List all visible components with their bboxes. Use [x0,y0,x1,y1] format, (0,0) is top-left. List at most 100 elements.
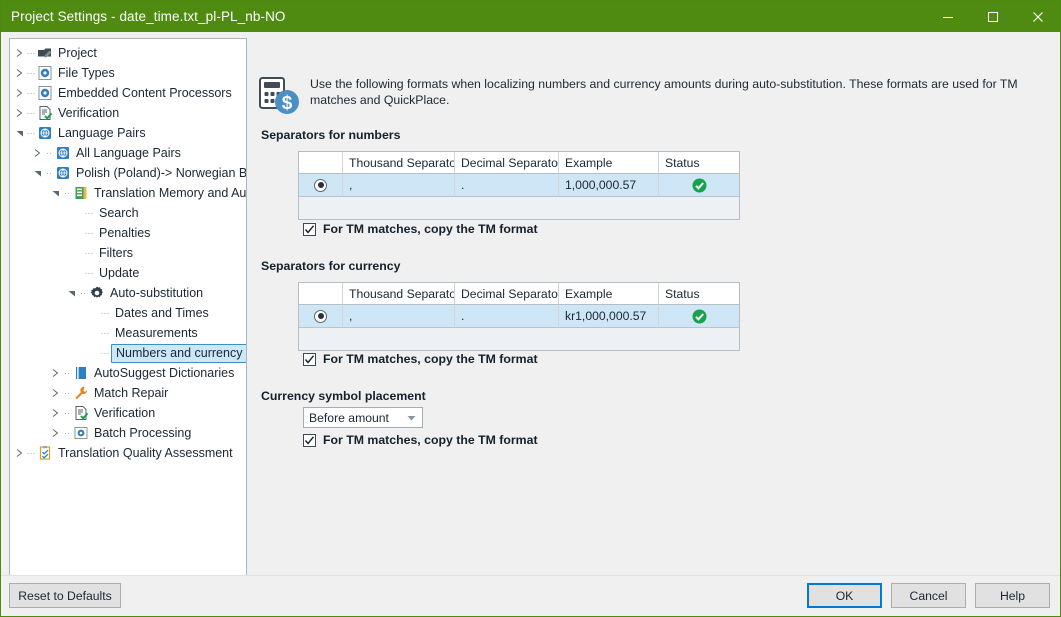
valid-check-icon [692,309,707,324]
chevron-right-icon[interactable] [14,63,25,83]
placement-section-label: Currency symbol placement [261,389,426,403]
tree-item-auto-substitution[interactable]: ·· Auto-substitution [10,283,246,303]
chevron-right-icon[interactable] [14,43,25,63]
tree-connector: ··· [100,308,110,318]
column-header-thousand-separator: Thousand Separator [343,152,455,174]
chevron-down-icon[interactable] [66,283,77,303]
settings-tree-panel[interactable]: ··· Project ··· File Types ··· Embedded … [9,38,247,599]
empty-cell [659,197,739,219]
tree-item-file-types[interactable]: ··· File Types [10,63,246,83]
valid-check-icon [692,178,707,193]
chevron-right-icon[interactable] [50,423,61,443]
numbers-tm-format-checkbox-row[interactable]: For TM matches, copy the TM format [303,222,538,236]
tree-item-language-pairs[interactable]: ··· Language Pairs [10,123,246,143]
tree-connector: ··· [26,448,36,458]
verification-icon [73,405,89,421]
currency-tm-format-checkbox[interactable] [303,352,316,366]
numbers-table[interactable]: Thousand Separator Decimal Separator Exa… [298,151,740,220]
chevron-right-icon[interactable] [50,363,61,383]
row-radio-button[interactable] [314,178,327,192]
ok-button[interactable]: OK [807,583,882,608]
tree-item-match-repair[interactable]: ·· Match Repair [10,383,246,403]
chevron-right-icon[interactable] [50,403,61,423]
tree-item-filters[interactable]: ··· Filters [10,243,246,263]
table-row[interactable]: , . 1,000,000.57 [299,174,739,197]
tree-item-label: All Language Pairs [76,146,181,160]
cell-decimal-separator[interactable]: . [455,305,559,328]
column-header-example: Example [559,152,659,174]
numbers-tm-format-checkbox[interactable] [303,222,316,236]
tree-item-verification[interactable]: ··· Verification [10,103,246,123]
tree-item-project[interactable]: ··· Project [10,43,246,63]
cell-thousand-separator[interactable]: , [343,305,455,328]
tree-item-update[interactable]: ··· Update [10,263,246,283]
row-radio-cell[interactable] [299,305,343,328]
tree-item-batch-processing[interactable]: ·· Batch Processing [10,423,246,443]
numbers-section-label: Separators for numbers [261,128,401,142]
tree-item-label: Batch Processing [94,426,192,440]
placement-tm-format-checkbox-row[interactable]: For TM matches, copy the TM format [303,433,538,447]
tree-connector: ··· [26,88,36,98]
tree-connector: ··· [84,208,94,218]
tree-item-verification-nested[interactable]: ·· Verification [10,403,246,423]
tree-item-measurements[interactable]: ··· Measurements [10,323,246,343]
placement-tm-format-label: For TM matches, copy the TM format [323,433,538,447]
globe-icon [37,125,53,141]
chevron-right-icon[interactable] [14,83,25,103]
column-header-thousand-separator: Thousand Separator [343,283,455,305]
dialog-footer: Reset to Defaults OK Cancel Help [1,575,1060,616]
chevron-down-icon[interactable] [32,163,43,183]
minimize-icon[interactable] [925,1,970,32]
empty-cell [455,197,559,219]
tree-item-translation-memory[interactable]: ·· Translation Memory and Autom [10,183,246,203]
empty-cell [455,328,559,350]
window-controls [925,1,1060,32]
reset-to-defaults-button[interactable]: Reset to Defaults [9,583,121,608]
tree-item-penalties[interactable]: ··· Penalties [10,223,246,243]
currency-table[interactable]: Thousand Separator Decimal Separator Exa… [298,282,740,351]
cell-thousand-separator[interactable]: , [343,174,455,197]
cancel-button[interactable]: Cancel [891,583,966,608]
tree-connector: ··· [100,328,110,338]
chevron-down-icon[interactable] [50,183,61,203]
tree-item-autosuggest-dictionaries[interactable]: ·· AutoSuggest Dictionaries [10,363,246,383]
column-header-status: Status [659,152,739,174]
chevron-right-icon[interactable] [14,443,25,463]
chevron-right-icon[interactable] [50,383,61,403]
tree-item-dates-and-times[interactable]: ··· Dates and Times [10,303,246,323]
chevron-down-icon[interactable] [14,123,25,143]
column-header-select [299,283,343,305]
tree-item-label: Filters [99,246,134,260]
chevron-right-icon[interactable] [14,103,25,123]
empty-cell [659,328,739,350]
tree-item-label: Penalties [99,226,151,240]
close-icon[interactable] [1015,1,1060,32]
row-radio-button[interactable] [314,309,327,323]
maximize-icon[interactable] [970,1,1015,32]
tree-item-translation-quality-assessment[interactable]: ··· Translation Quality Assessment [10,443,246,463]
tree-connector: ·· [64,188,70,198]
table-row[interactable]: , . kr1,000,000.57 [299,305,739,328]
tree-item-embedded-content-processors[interactable]: ··· Embedded Content Processors [10,83,246,103]
tree-item-polish-norwegian[interactable]: ·· Polish (Poland)-> Norwegian Bokmål [10,163,246,183]
tree-item-label: Translation Memory and Autom [94,186,247,200]
empty-cell [559,197,659,219]
tree-item-all-language-pairs[interactable]: ·· All Language Pairs [10,143,246,163]
row-radio-cell[interactable] [299,174,343,197]
chevron-down-icon[interactable] [400,408,422,427]
header-row: $ Use the following formats when localiz… [259,76,1026,116]
placement-tm-format-checkbox[interactable] [303,433,316,447]
help-button[interactable]: Help [975,583,1050,608]
calculator-currency-icon: $ [259,76,301,116]
tree-item-numbers-and-currency[interactable]: ··· Numbers and currency [10,343,246,363]
chevron-right-icon[interactable] [32,143,43,163]
tree-item-search[interactable]: ··· Search [10,203,246,223]
tree-connector: ··· [26,108,36,118]
tree-connector: ··· [26,128,36,138]
cell-decimal-separator[interactable]: . [455,174,559,197]
currency-tm-format-checkbox-row[interactable]: For TM matches, copy the TM format [303,352,538,366]
currency-tm-format-label: For TM matches, copy the TM format [323,352,538,366]
project-settings-dialog: Project Settings - date_time.txt_pl-PL_n… [0,0,1061,617]
currency-placement-dropdown[interactable]: Before amount [303,407,423,428]
tree-item-label: Translation Quality Assessment [58,446,233,460]
